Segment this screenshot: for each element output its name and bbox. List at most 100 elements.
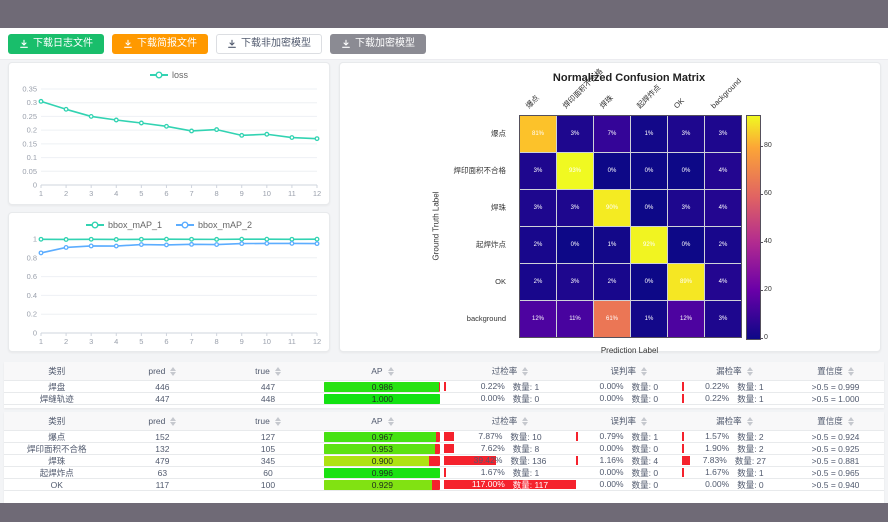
download-report-button[interactable]: 下载简报文件 <box>112 34 208 54</box>
true-value: 60 <box>215 467 321 478</box>
svg-text:2: 2 <box>64 337 68 346</box>
sort-carets-icon[interactable] <box>388 367 394 376</box>
svg-text:8: 8 <box>215 337 219 346</box>
column-header-pred[interactable]: pred <box>110 412 216 430</box>
sort-carets-icon[interactable] <box>747 367 753 376</box>
legend-item-loss[interactable]: loss <box>150 70 188 80</box>
column-header-误判率[interactable]: 误判率 <box>576 362 682 380</box>
rate-bar-cell: 0.22%数量: 1 <box>682 381 788 392</box>
download-unencrypted-model-button[interactable]: 下载非加密模型 <box>216 34 322 54</box>
sort-carets-icon[interactable] <box>848 417 854 426</box>
svg-text:7: 7 <box>189 337 193 346</box>
window-top-band <box>0 0 888 28</box>
cm-cell-0-1: 3% <box>557 116 593 152</box>
cm-cell-5-3: 1% <box>631 301 667 337</box>
column-header-AP[interactable]: AP <box>321 412 444 430</box>
sort-carets-icon[interactable] <box>388 417 394 426</box>
rate-bar <box>682 394 684 403</box>
svg-text:0: 0 <box>33 181 37 190</box>
ap-bar: 0.900 <box>324 456 440 466</box>
column-header-true[interactable]: true <box>215 362 321 380</box>
svg-text:11: 11 <box>288 337 296 346</box>
cm-cell-4-3: 0% <box>631 264 667 300</box>
confidence: >0.5 = 0.940 <box>787 479 884 490</box>
over-rate: 1.67%数量: 1 <box>444 467 576 478</box>
table-row: 焊珠4793450.90039.42%数量: 1361.16%数量: 47.83… <box>4 455 884 467</box>
true-value: 105 <box>215 443 321 454</box>
svg-text:7: 7 <box>189 189 193 198</box>
cb-tick-mark <box>760 242 763 243</box>
svg-text:11: 11 <box>288 189 296 198</box>
cm-row-label: 焊印面积不合格 <box>340 152 513 189</box>
pred-value: 63 <box>110 467 216 478</box>
ap-bar: 0.953 <box>324 444 440 454</box>
column-header-置信度[interactable]: 置信度 <box>787 412 884 430</box>
column-header-过检率[interactable]: 过检率 <box>444 412 576 430</box>
cm-cell-4-2: 2% <box>594 264 630 300</box>
miss-rate: 1.67%数量: 1 <box>682 467 788 478</box>
svg-text:2: 2 <box>64 189 68 198</box>
sort-carets-icon[interactable] <box>522 417 528 426</box>
cm-cell-5-2: 61% <box>594 301 630 337</box>
svg-text:0.15: 0.15 <box>22 139 37 148</box>
loss-chart-card: loss 00.050.10.150.20.250.30.35123456789… <box>8 62 330 205</box>
column-header-AP[interactable]: AP <box>321 362 444 380</box>
legend-line-icon <box>176 221 194 229</box>
table-row: 起焊炸点63600.9961.67%数量: 10.00%数量: 01.67%数量… <box>4 467 884 479</box>
column-header-pred[interactable]: pred <box>110 362 216 380</box>
confusion-matrix-grid: 81%3%7%1%3%3%3%93%0%0%0%4%3%3%90%0%3%4%2… <box>519 115 742 338</box>
cm-row-label: 爆点 <box>340 115 513 152</box>
column-header-误判率[interactable]: 误判率 <box>576 412 682 430</box>
sort-carets-icon[interactable] <box>641 367 647 376</box>
column-header-过检率[interactable]: 过检率 <box>444 362 576 380</box>
over-rate: 0.00%数量: 0 <box>444 393 576 404</box>
cm-row-label: 起焊炸点 <box>340 226 513 263</box>
svg-text:4: 4 <box>114 189 118 198</box>
column-header-漏检率[interactable]: 漏检率 <box>682 412 788 430</box>
rate-bar <box>576 456 578 465</box>
rate-bar-cell: 0.00%数量: 0 <box>576 479 682 490</box>
cm-cell-2-2: 90% <box>594 190 630 226</box>
miss-rate: 0.00%数量: 0 <box>682 479 788 490</box>
confidence: >0.5 = 0.881 <box>787 455 884 466</box>
column-header-true[interactable]: true <box>215 412 321 430</box>
svg-text:0.05: 0.05 <box>22 167 37 176</box>
sort-carets-icon[interactable] <box>170 367 176 376</box>
svg-text:10: 10 <box>263 189 271 198</box>
rate-bar-cell: 0.00%数量: 0 <box>444 393 576 404</box>
cm-cell-0-5: 3% <box>705 116 741 152</box>
cm-cell-3-2: 1% <box>594 227 630 263</box>
sort-carets-icon[interactable] <box>170 417 176 426</box>
download-encrypted-model-button[interactable]: 下载加密模型 <box>330 34 426 54</box>
cm-cell-0-0: 81% <box>520 116 556 152</box>
cm-cell-5-0: 12% <box>520 301 556 337</box>
cb-tick-mark <box>760 146 763 147</box>
column-header-置信度[interactable]: 置信度 <box>787 362 884 380</box>
svg-text:3: 3 <box>89 189 93 198</box>
sort-carets-icon[interactable] <box>848 367 854 376</box>
true-value: 100 <box>215 479 321 490</box>
column-header-漏检率[interactable]: 漏检率 <box>682 362 788 380</box>
legend-item-bbox_mAP_2[interactable]: bbox_mAP_2 <box>176 220 252 230</box>
sort-carets-icon[interactable] <box>522 367 528 376</box>
cm-cell-1-2: 0% <box>594 153 630 189</box>
rate-bar-cell: 1.67%数量: 1 <box>444 467 576 478</box>
table-header-row: 类别predtrueAP过检率误判率漏检率置信度 <box>4 362 884 381</box>
cm-cell-4-4: 89% <box>668 264 704 300</box>
rate-bar <box>682 444 684 453</box>
sort-carets-icon[interactable] <box>641 417 647 426</box>
sort-carets-icon[interactable] <box>275 367 281 376</box>
cb-tick-mark <box>760 290 763 291</box>
rate-bar <box>682 432 684 441</box>
cb-tick-label: 60 <box>764 190 772 197</box>
sort-carets-icon[interactable] <box>747 417 753 426</box>
column-header-类别: 类别 <box>4 412 110 430</box>
pred-value: 117 <box>110 479 216 490</box>
rate-bar-cell: 39.42%数量: 136 <box>444 455 576 466</box>
sort-carets-icon[interactable] <box>275 417 281 426</box>
download-log-button[interactable]: 下载日志文件 <box>8 34 104 54</box>
legend-item-bbox_mAP_1[interactable]: bbox_mAP_1 <box>86 220 162 230</box>
svg-text:4: 4 <box>114 337 118 346</box>
ap-bar-cell: 0.996 <box>321 467 444 478</box>
cm-cell-0-2: 7% <box>594 116 630 152</box>
